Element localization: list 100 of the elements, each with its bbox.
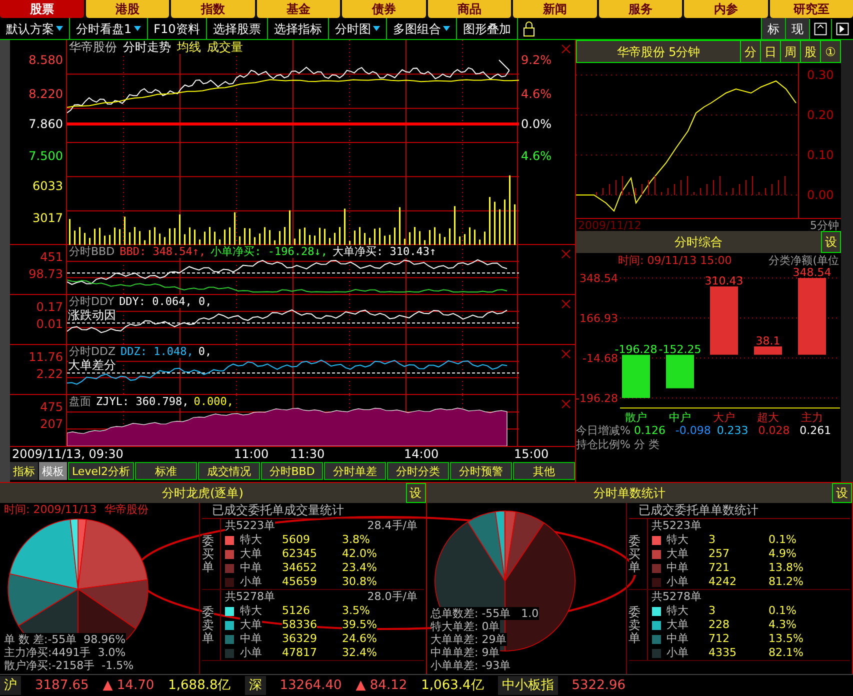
axis-label: 0.30 (807, 69, 834, 81)
stat-text: 小单单差: -93单 (430, 659, 511, 672)
indicator-name: 分时DDY (69, 295, 114, 308)
percent-axis-label: 0.0% (521, 118, 552, 130)
chart-title: 分时走势 (123, 40, 171, 54)
close-icon[interactable] (561, 349, 571, 359)
row-value: 228 (708, 618, 730, 631)
chart-date: 2009/11/12 (578, 220, 642, 230)
status-text: 13264.40 (280, 676, 342, 695)
axis-label: 0.10 (807, 149, 834, 161)
toolbar-button[interactable]: 选择股票 (206, 18, 268, 39)
row-name: 大单 (240, 618, 262, 632)
market-tab[interactable]: 商品 (428, 0, 511, 18)
indicator-tab[interactable]: Level2分析 (68, 462, 134, 480)
settings-button[interactable]: 设 (406, 483, 426, 503)
panel-title: 华帝股份 5分钟 (616, 44, 702, 60)
close-icon[interactable] (561, 249, 571, 259)
group-label: 委卖单 (628, 606, 640, 646)
percent-axis-label: 9.2% (521, 54, 552, 66)
indicator-name: 分时BBD (69, 245, 115, 258)
market-tab[interactable]: 服务 (598, 0, 682, 18)
row-value: 4242 (708, 575, 736, 588)
indicator-tab[interactable]: 模板 (39, 462, 67, 480)
indicator-name: 盘面 (69, 395, 91, 408)
indicator-value: 大单净买: 310.43↑ (332, 245, 436, 258)
indicator-tab[interactable]: 分时BBD (261, 462, 324, 480)
panel-title: 分时龙虎(逐单) (161, 485, 244, 502)
toolbar-button[interactable]: 图形叠加 (456, 18, 518, 39)
indicator-tab[interactable]: 标准 (135, 462, 198, 480)
indicator-axis-label: 0.17 (36, 301, 63, 313)
volume-axis-label: 6033 (32, 180, 63, 192)
indicator-value: 0, (198, 345, 212, 358)
bar (710, 286, 738, 355)
market-tab[interactable]: 指数 (171, 0, 254, 18)
axis-label: 0.20 (807, 109, 834, 121)
lock-icon[interactable] (522, 20, 536, 36)
stat-text: 散户净买:-2158手 -1.5% (4, 659, 134, 672)
close-icon[interactable] (561, 299, 571, 309)
toolbar-button[interactable]: 分时看盘1 (70, 18, 148, 39)
indicator-tab[interactable]: 分时分类 (387, 462, 450, 480)
toolbar-button[interactable]: 现 (785, 18, 809, 39)
stat-text: 大单单差: 29单 (430, 633, 507, 646)
period-button[interactable]: 分 (740, 41, 760, 62)
indicator-axis-label: 451 (40, 251, 63, 263)
settings-button[interactable]: 设 (832, 483, 852, 503)
market-tab[interactable]: 基金 (256, 0, 340, 18)
close-icon[interactable] (561, 399, 571, 409)
change-value: -0.098 (675, 424, 712, 438)
status-text: ▲ 84.12 (356, 676, 408, 695)
close-icon[interactable] (561, 44, 571, 54)
legend-label: 均线 (177, 40, 201, 54)
toolbar-button[interactable]: F10资料 (148, 18, 207, 39)
row-name: 大单 (240, 547, 262, 561)
stat-text: 单 数 差:-55单 98.96% (4, 633, 126, 646)
market-tab[interactable]: 研究至 (770, 0, 853, 18)
toolbar-button[interactable]: 选择指标 (268, 18, 329, 39)
indicator-tab[interactable]: 成交情况 (198, 462, 260, 480)
period-button[interactable]: 周 (780, 41, 800, 62)
row-label: 分 类 (634, 438, 660, 452)
toolbar-button[interactable]: 分时图 (328, 18, 387, 39)
indicator-value: ZJYL: 360.798, (96, 395, 189, 408)
change-value: 0.028 (758, 424, 791, 438)
status-text: 5322.96 (572, 676, 626, 695)
status-text: ▲ 14.70 (102, 676, 154, 695)
market-tab[interactable]: 债券 (342, 0, 426, 18)
change-value: 0.233 (716, 424, 750, 438)
indicator-tab[interactable]: 分时预警 (450, 462, 512, 480)
row-name: 特大 (666, 533, 688, 547)
indicator-axis-label: 475 (40, 401, 63, 413)
total-count: 共5278单 (652, 590, 702, 604)
period-button[interactable]: ① (820, 41, 840, 62)
indicator-value: BBD: 348.54↑, (120, 245, 206, 258)
row-name: 中单 (240, 632, 262, 646)
row-value: 58336 (282, 618, 317, 631)
volume-axis-label: 3017 (32, 212, 63, 224)
axis-label: 0.00 (807, 189, 834, 201)
market-tab[interactable]: 内参 (684, 0, 768, 18)
row-name: 特大 (240, 604, 262, 618)
indicator-tab[interactable]: 其他 (513, 462, 576, 480)
stat-text: 总单数差: -55单 1.0 (430, 607, 539, 620)
row-value: 712 (708, 632, 730, 645)
period-button[interactable]: 日 (760, 41, 780, 62)
row-name: 小单 (240, 575, 262, 589)
indicator-value: 小单净买: -196.28↓, (210, 245, 328, 258)
row-value: 45659 (282, 575, 317, 588)
indicator-tab[interactable]: 指标 (10, 462, 38, 480)
average-size: 28.4手/单 (367, 519, 418, 533)
market-tab[interactable]: 股票 (0, 0, 84, 18)
row-value: 721 (708, 561, 730, 574)
market-tab[interactable]: 新闻 (513, 0, 596, 18)
dropdown-arrow-icon (372, 25, 380, 32)
indicator-tab[interactable]: 分时单差 (324, 462, 386, 480)
toolbar-button[interactable]: 默认方案 (0, 18, 70, 39)
toolbar-button[interactable]: 多图组合 (386, 18, 457, 39)
period-button[interactable]: 股 (800, 41, 820, 62)
market-tab[interactable]: 港股 (86, 0, 169, 18)
bar-value-label: -152.25 (658, 342, 702, 356)
toolbar-button[interactable]: 标 (761, 18, 785, 39)
total-count: 共5278单 (225, 590, 275, 604)
settings-button[interactable]: 设 (821, 231, 841, 253)
